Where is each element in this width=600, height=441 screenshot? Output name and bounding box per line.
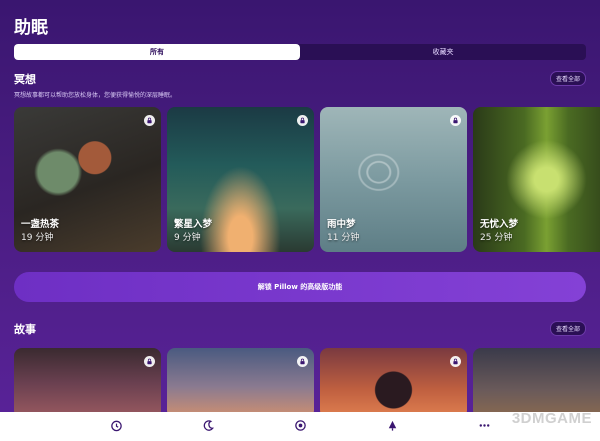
card-duration: 25 分钟 [480,233,513,243]
story-card-4[interactable] [473,348,600,418]
lock-icon [450,115,461,126]
lock-icon [450,356,461,367]
lock-icon [297,356,308,367]
meditation-see-all-button[interactable]: 查看全部 [549,71,586,86]
sleep-moon-icon[interactable] [202,417,215,436]
card-title: 无忧入梦 [480,219,519,230]
watermark: 3DMGAME [511,410,592,427]
stories-see-all-button[interactable]: 查看全部 [549,321,586,336]
story-card-2[interactable] [167,348,314,418]
alarm-icon[interactable] [110,417,123,436]
card-title: 繁星入梦 [174,219,213,230]
story-card-1[interactable] [14,348,161,418]
meditation-card-carefree[interactable]: 无忧入梦 25 分钟 [473,107,600,252]
meditation-card-rain[interactable]: 雨中梦 11 分钟 [320,107,467,252]
card-duration: 11 分钟 [327,233,360,243]
stories-section-title: 故事 [14,323,36,336]
segmented-control: 所有 收藏夹 [14,44,586,60]
meditation-description: 冥想故事都可以帮助您放松身体，您便获得愉悦的深层睡眠。 [14,92,177,99]
bottom-tab-bar [0,412,600,441]
stories-row [14,348,600,418]
lock-icon [297,115,308,126]
story-card-3[interactable] [320,348,467,418]
unlock-premium-button[interactable]: 解锁 Pillow 的高级版功能 [14,272,586,302]
card-title: 雨中梦 [327,219,356,230]
page-title: 助眠 [14,18,48,38]
meditation-section-title: 冥想 [14,73,36,86]
meditation-card-tea[interactable]: 一盏热茶 19 分钟 [14,107,161,252]
meditation-row: 一盏热茶 19 分钟 繁星入梦 9 分钟 雨中梦 11 分钟 无忧入梦 25 分… [14,107,600,252]
meditation-card-stars[interactable]: 繁星入梦 9 分钟 [167,107,314,252]
tab-favorites[interactable]: 收藏夹 [300,44,586,60]
lamp-icon[interactable] [386,417,399,436]
lock-icon [144,115,155,126]
card-duration: 9 分钟 [174,233,201,243]
sound-icon[interactable] [294,417,307,436]
tab-all[interactable]: 所有 [14,44,300,60]
more-icon[interactable] [478,417,491,436]
lock-icon [144,356,155,367]
card-duration: 19 分钟 [21,233,54,243]
card-title: 一盏热茶 [21,219,60,230]
